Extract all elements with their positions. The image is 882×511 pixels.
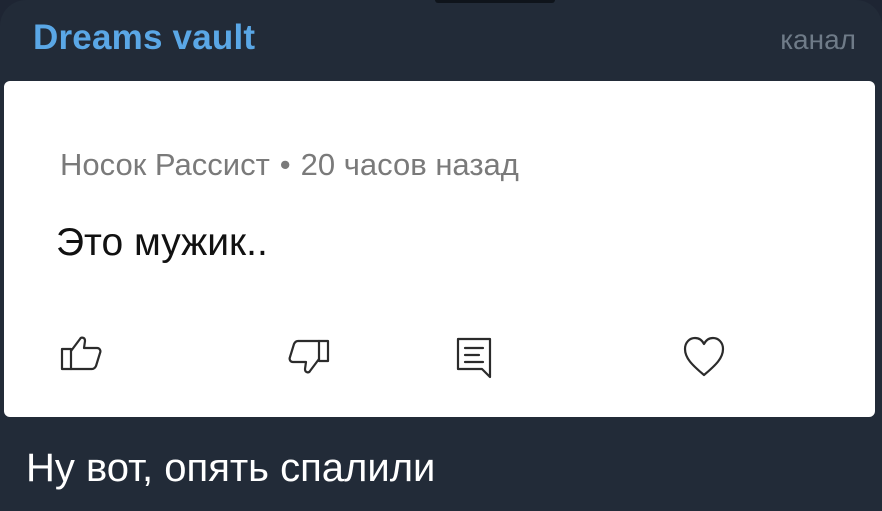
message-bubble: Dreams vault канал Носок Рассист • 20 часо… (0, 0, 882, 511)
comment-meta: Носок Рассист • 20 часов назад (60, 147, 519, 183)
comment-author: Носок Рассист (60, 147, 270, 182)
channel-name[interactable]: Dreams vault (33, 18, 255, 58)
thumbs-down-icon[interactable] (286, 337, 330, 381)
comment-text: Это мужик.. (56, 221, 268, 264)
top-notch (435, 0, 555, 3)
comment-time: 20 часов назад (300, 147, 519, 182)
message-caption: Ну вот, опять спалили (26, 446, 436, 490)
channel-tag: канал (780, 24, 856, 55)
meta-separator: • (279, 147, 291, 182)
reply-comment-icon[interactable] (452, 335, 496, 379)
heart-icon[interactable] (682, 335, 726, 379)
thumbs-up-icon[interactable] (60, 331, 104, 375)
comment-card: Носок Рассист • 20 часов назад Это мужик.. (4, 81, 875, 417)
